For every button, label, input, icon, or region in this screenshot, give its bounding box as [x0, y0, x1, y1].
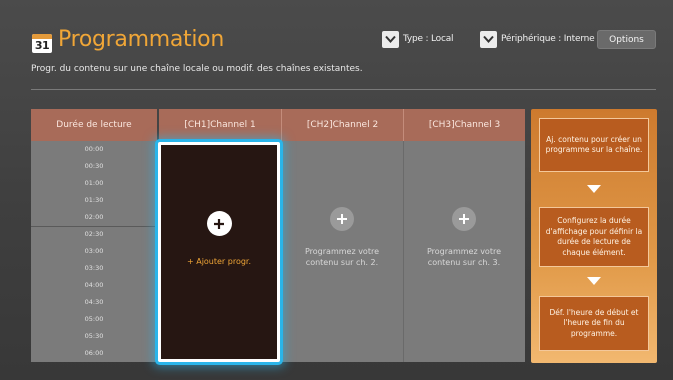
channel-3-header: [CH3]Channel 3: [403, 109, 525, 141]
duration-column: Durée de lecture 00:00 00:30 01:00 01:30…: [31, 109, 157, 362]
add-icon: [206, 211, 232, 236]
channel-3-add-slot[interactable]: Programmez votre contenu sur ch. 3.: [403, 141, 525, 362]
help-step-2: Configurez la durée d'affichage pour déf…: [539, 207, 649, 267]
time-label: 06:00: [84, 349, 104, 357]
time-label: 01:30: [84, 196, 104, 204]
duration-header: Durée de lecture: [31, 109, 157, 141]
time-label: 03:00: [84, 247, 104, 255]
time-label: 04:30: [84, 298, 104, 306]
add-program-label: + Ajouter progr.: [186, 257, 252, 266]
channel-2-add-slot[interactable]: Programmez votre contenu sur ch. 2.: [281, 141, 403, 362]
time-label: 01:00: [84, 179, 104, 187]
type-dropdown-label: Type : Local: [403, 34, 454, 44]
channel-3-hint: Programmez votre contenu sur ch. 3.: [426, 247, 501, 267]
options-button[interactable]: Options: [597, 30, 656, 49]
channel-2-hint: Programmez votre contenu sur ch. 2.: [304, 247, 379, 267]
channel-2-header: [CH2]Channel 2: [281, 109, 403, 141]
add-icon: [330, 207, 354, 231]
help-panel: Aj. contenu pour créer un programme sur …: [531, 109, 657, 363]
time-label: 04:00: [84, 281, 104, 289]
device-dropdown[interactable]: Périphérique : Interne: [480, 30, 595, 48]
help-step-3: Déf. l'heure de début et l'heure de fin …: [539, 296, 649, 351]
arrow-down-icon: [587, 277, 601, 285]
device-dropdown-label: Périphérique : Interne: [501, 34, 595, 44]
time-label: 02:00: [84, 213, 104, 221]
page-title: Programmation: [58, 27, 224, 52]
time-label: 05:00: [84, 315, 104, 323]
header: 31 Programmation Progr. du contenu sur u…: [0, 0, 673, 90]
time-divider: [31, 226, 157, 227]
time-label: 05:30: [84, 332, 104, 340]
calendar-icon: 31: [32, 34, 52, 53]
arrow-down-icon: [587, 185, 601, 193]
header-divider: [31, 89, 656, 90]
channel-1-add-slot[interactable]: + Ajouter progr.: [158, 142, 280, 362]
time-label: 03:30: [84, 264, 104, 272]
type-dropdown[interactable]: Type : Local: [382, 30, 454, 48]
channel-header-row: [CH1]Channel 1 [CH2]Channel 2 [CH3]Chann…: [159, 109, 525, 141]
time-label: 00:00: [84, 145, 104, 153]
page-subtitle: Progr. du contenu sur une chaîne locale …: [31, 64, 363, 74]
time-list: 00:00 00:30 01:00 01:30 02:00 02:30 03:0…: [31, 141, 157, 362]
chevron-down-icon: [382, 30, 399, 48]
chevron-down-icon: [480, 30, 497, 48]
time-label: 00:30: [84, 162, 104, 170]
channel-1-header: [CH1]Channel 1: [184, 120, 256, 130]
add-icon: [452, 207, 476, 231]
time-label: 02:30: [84, 230, 104, 238]
help-step-1: Aj. contenu pour créer un programme sur …: [539, 118, 649, 172]
